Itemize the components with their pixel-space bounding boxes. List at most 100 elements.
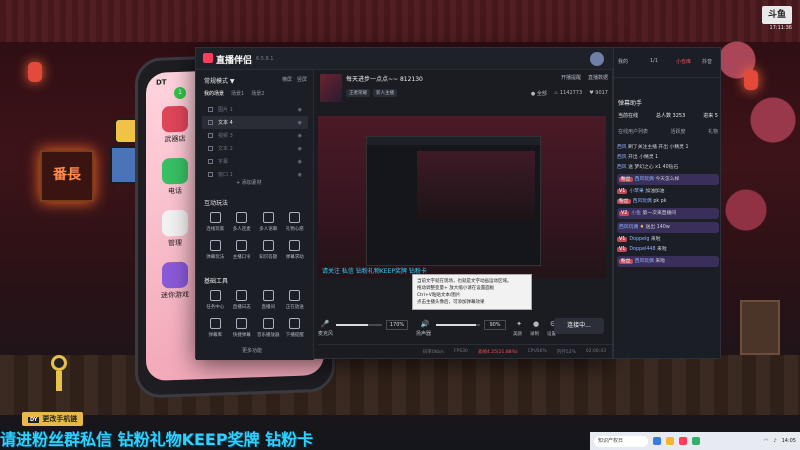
online-scope[interactable]: ● 全部 xyxy=(531,90,547,97)
wifi-icon[interactable]: ◠ xyxy=(764,438,768,444)
source-item[interactable]: 文本 4 ◉ xyxy=(202,116,308,129)
live-reminder-button[interactable]: 开播提醒 xyxy=(561,74,581,81)
chat-message[interactable]: 西风玩偶 ♦ 送出 140w xyxy=(617,222,719,233)
stream-cover-thumbnail[interactable] xyxy=(320,74,342,102)
tab-scene-1[interactable]: 场景1 xyxy=(231,90,244,97)
source-item[interactable]: 文本 2 ◉ xyxy=(202,142,308,155)
phone-app-weapon-store[interactable]: 武器店 xyxy=(160,105,190,145)
tool-item[interactable]: 多人语聊 xyxy=(255,212,282,232)
chat-username[interactable]: 西风玩偶 xyxy=(633,199,654,204)
chat-top-store[interactable]: 小仓库 xyxy=(676,58,691,65)
tool-item[interactable]: 音乐播放器 xyxy=(255,318,282,338)
chat-message[interactable]: 西风 刷了关注主播 开出 小精灵 1 xyxy=(617,144,719,151)
live-data-button[interactable]: 直播数据 xyxy=(588,74,608,81)
folder-icon[interactable] xyxy=(666,437,674,445)
eye-icon[interactable]: ◉ xyxy=(298,120,302,126)
category-tag[interactable]: 王者荣耀 xyxy=(346,89,370,97)
source-item[interactable]: 视频 3 ◉ xyxy=(202,129,308,142)
chat-message[interactable]: V2 小鱼 第一次来直播间 xyxy=(617,208,719,219)
chat-username[interactable]: 小苹果 xyxy=(629,189,645,194)
streaming-app-icon[interactable] xyxy=(679,437,687,445)
source-item[interactable]: 字幕 ◉ xyxy=(202,155,308,168)
tool-item[interactable]: 直播间 xyxy=(255,290,282,310)
speaker-icon[interactable]: 🔊 xyxy=(420,320,430,328)
stream-title[interactable]: 每天进步一点点~~ 812130 xyxy=(346,74,423,83)
tool-item[interactable]: 弹幕库 xyxy=(202,318,229,338)
user-avatar[interactable] xyxy=(590,52,604,66)
tool-item[interactable]: 快捷弹幕 xyxy=(229,318,256,338)
preview-canvas[interactable]: 请关注 私信 钻粉礼物KEEP奖牌 钻粉卡 xyxy=(318,116,606,278)
taskbar-search-input[interactable]: 知识产权日 xyxy=(594,435,648,447)
tool-item[interactable]: 主播口令 xyxy=(229,240,256,260)
beauty-icon[interactable]: ✦ xyxy=(514,320,524,328)
checkbox-icon[interactable] xyxy=(208,107,213,112)
phone-app-call[interactable]: 电话 xyxy=(160,157,190,197)
checkbox-icon[interactable] xyxy=(208,120,213,125)
chat-username[interactable]: 小鱼 xyxy=(631,211,642,216)
chat-username[interactable]: 西风玩偶 xyxy=(635,177,656,182)
more-functions-button[interactable]: 更多功能 xyxy=(242,347,262,354)
eye-icon[interactable]: ◉ xyxy=(298,133,302,139)
phone-app-manage[interactable]: 管理 xyxy=(160,209,190,249)
tool-item[interactable]: 下播提醒 xyxy=(282,318,309,338)
go-live-button[interactable]: 连接中... xyxy=(554,318,604,334)
chat-message[interactable]: 粉丝 西风玩偶 pk pk xyxy=(617,198,719,205)
chat-message[interactable]: 粉丝 西风玩偶 今天怎么样 xyxy=(617,174,719,185)
record-icon[interactable]: ● xyxy=(531,320,541,328)
eye-icon[interactable]: ◉ xyxy=(298,172,302,178)
volume-icon[interactable]: ♪ xyxy=(773,438,776,444)
tool-item[interactable]: 多人连麦 xyxy=(229,212,256,232)
eye-icon[interactable]: ◉ xyxy=(298,107,302,113)
chat-username[interactable]: Doppel448 xyxy=(629,247,657,252)
portrait-button[interactable]: 竖屏 xyxy=(297,76,307,83)
tool-item[interactable]: 任务中心 xyxy=(202,290,229,310)
chat-username[interactable]: 西风 xyxy=(617,165,628,170)
chat-message[interactable]: 粉丝 西风玩偶 来啦 xyxy=(617,256,719,267)
speaker-volume-value[interactable]: 90% xyxy=(484,320,506,330)
tool-item[interactable]: 知识答题 xyxy=(255,240,282,260)
fire-icon: ♨ xyxy=(553,90,559,96)
eye-icon[interactable]: ◉ xyxy=(298,146,302,152)
chat-top-douyin[interactable]: 抖音 xyxy=(702,58,712,65)
speaker-volume-slider[interactable] xyxy=(436,324,480,326)
tool-item[interactable]: 弹幕玩法 xyxy=(202,240,229,260)
chat-message[interactable]: 西风 开出 小精灵 1 xyxy=(617,154,719,161)
chat-message[interactable]: V1 Doppel448 来啦 xyxy=(617,246,719,253)
phone-app-minigame[interactable]: 迷你游戏 xyxy=(160,261,190,301)
add-source-button[interactable]: + 添加素材 xyxy=(236,179,262,186)
tab-activity[interactable]: 活跃度 xyxy=(670,128,685,135)
chat-username[interactable]: Doppelg xyxy=(629,237,651,242)
chat-message[interactable]: 西风 送 梦幻之心 x1 40钻石 xyxy=(617,164,719,171)
tool-item[interactable]: 直播日志 xyxy=(229,290,256,310)
chat-username[interactable]: 西风玩偶 xyxy=(635,259,656,264)
landscape-button[interactable]: 横屏 xyxy=(282,76,292,83)
tab-my-scenes[interactable]: 我的场景 xyxy=(204,90,224,97)
tool-item[interactable]: 正在放送 xyxy=(282,290,309,310)
chat-message[interactable]: V1 Doppelg 来啦 xyxy=(617,236,719,243)
tab-scene-2[interactable]: 场景2 xyxy=(251,90,264,97)
checkbox-icon[interactable] xyxy=(208,159,213,164)
tool-item[interactable]: 弹幕求助 xyxy=(282,240,309,260)
mic-volume-value[interactable]: 170% xyxy=(386,320,408,330)
tool-item[interactable]: 礼物心愿 xyxy=(282,212,309,232)
checkbox-icon[interactable] xyxy=(208,146,213,151)
taskbar-clock[interactable]: 14:05 xyxy=(782,438,796,444)
newbie-tag[interactable]: 新人主播 xyxy=(373,89,397,97)
chat-username[interactable]: 西风 xyxy=(617,145,628,150)
checkbox-icon[interactable] xyxy=(208,172,213,177)
tool-item[interactable]: 连线玩家 xyxy=(202,212,229,232)
app-icon[interactable] xyxy=(653,437,661,445)
app-icon[interactable] xyxy=(692,437,700,445)
mic-volume-slider[interactable] xyxy=(336,324,382,326)
mode-dropdown[interactable]: 常规模式 ▼ xyxy=(204,76,235,85)
tab-online-users[interactable]: 在线用户列表 xyxy=(618,128,648,135)
microphone-icon[interactable]: 🎤 xyxy=(320,320,330,328)
chat-username[interactable]: 西风玩偶 xyxy=(619,225,640,230)
chat-username[interactable]: 西风 xyxy=(617,155,628,160)
eye-icon[interactable]: ◉ xyxy=(298,159,302,165)
chat-message[interactable]: V1 小苹果 加油加油 xyxy=(617,188,719,195)
tab-gifts[interactable]: 礼物 xyxy=(708,128,718,135)
source-item[interactable]: 图片 1 ◉ xyxy=(202,103,308,116)
checkbox-icon[interactable] xyxy=(208,133,213,138)
chat-top-mine[interactable]: 我的 xyxy=(618,58,628,65)
